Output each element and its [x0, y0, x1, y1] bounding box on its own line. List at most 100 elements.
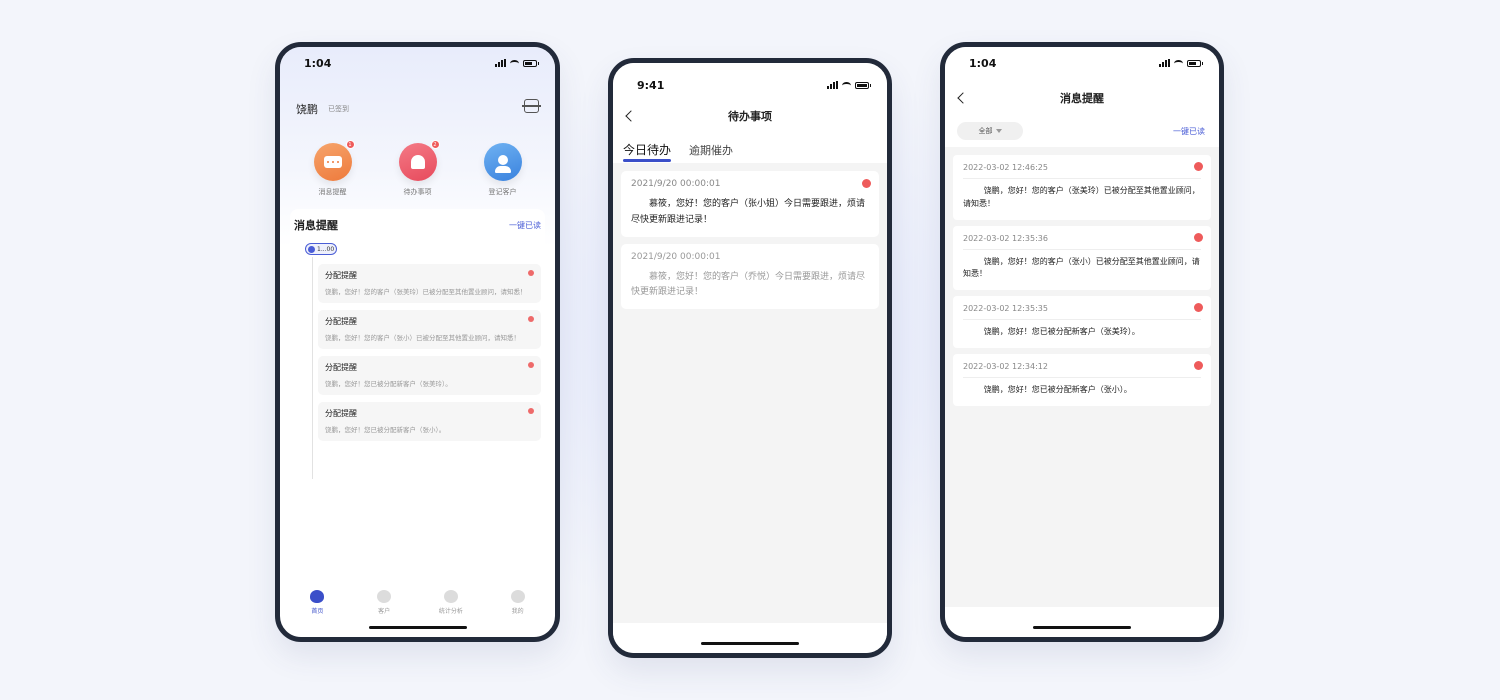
notification-text: 饶鹏，您好！您的客户（张美玲）已被分配至其他置业顾问，请知悉！ [325, 288, 527, 296]
notification-title: 分配提醒 [325, 271, 357, 280]
timeline-time-chip: 1...00 [305, 243, 337, 255]
todo-card[interactable]: 2021/9/20 00:00:01 慕筱，您好！您的客户（乔悦）今日需要跟进，… [621, 243, 879, 309]
notification-card[interactable]: 分配提醒 饶鹏，您好！您已被分配新客户（张美玲）。 [318, 356, 541, 396]
quick-action-label: 待办事项 [403, 188, 432, 196]
tab-customers[interactable]: 客户 [359, 590, 409, 615]
status-bar: 1:04 [945, 47, 1219, 79]
status-time: 1:04 [969, 56, 997, 70]
status-time: 1:04 [304, 56, 332, 70]
todo-text: 慕筱，您好！您的客户（乔悦）今日需要跟进，烦请尽快更新跟进记录！ [631, 271, 866, 298]
scan-icon[interactable] [522, 99, 541, 113]
unread-dot-icon [1194, 232, 1203, 242]
phone-home-screen: 1:04 饶鹏 已签到 1 消息提醒 2 待办事项 登记客户 消息提醒 一键已读… [275, 42, 560, 642]
tab-today-todo[interactable]: 今日待办 [623, 141, 672, 162]
notification-title: 分配提醒 [325, 317, 357, 327]
signal-icon [495, 59, 506, 67]
phone-todo-screen: 9:41 待办事项 今日待办 逾期催办 2021/9/20 00:00:01 慕… [608, 58, 892, 658]
todo-text: 慕筱，您好！您的客户（张小姐）今日需要跟进，烦请尽快更新跟进记录！ [631, 199, 866, 225]
message-card[interactable]: 2022-03-02 12:35:36 饶鹏，您好！您的客户（张小）已被分配至其… [953, 225, 1211, 291]
unread-dot-icon [528, 270, 534, 276]
tab-label: 客户 [378, 608, 391, 615]
timeline-line [312, 257, 313, 479]
message-text: 饶鹏，您好！您的客户（张小）已被分配至其他置业顾问，请知悉！ [963, 256, 1200, 279]
notification-title: 分配提醒 [325, 409, 357, 419]
badge-count: 2 [430, 140, 440, 149]
todo-tabs: 今日待办 逾期催办 [623, 141, 733, 162]
back-icon[interactable] [957, 92, 969, 104]
wifi-icon [842, 81, 851, 89]
status-bar: 9:41 [613, 69, 887, 101]
timeline-dot-icon [308, 245, 315, 253]
message-card[interactable]: 2022-03-02 12:35:35 饶鹏，您好！您已被分配新客户（张美玲）。 [953, 296, 1211, 348]
todo-time: 2021/9/20 00:00:01 [631, 251, 721, 262]
message-text: 饶鹏，您好！您已被分配新客户（张美玲）。 [983, 327, 1140, 337]
message-time: 2022-03-02 12:35:35 [963, 304, 1201, 321]
message-card[interactable]: 2022-03-02 12:46:25 饶鹏，您好！您的客户（张美玲）已被分配至… [953, 155, 1211, 220]
quick-action-register-customer[interactable]: 登记客户 [468, 143, 538, 197]
signal-icon [1159, 59, 1170, 67]
message-list: 2022-03-02 12:46:25 饶鹏，您好！您的客户（张美玲）已被分配至… [953, 155, 1211, 412]
notification-card[interactable]: 分配提醒 饶鹏，您好！您的客户（张美玲）已被分配至其他置业顾问，请知悉！ [318, 264, 541, 304]
quick-action-label: 登记客户 [488, 188, 517, 196]
profile-icon [510, 590, 525, 603]
tab-label: 我的 [511, 608, 524, 615]
message-text: 饶鹏，您好！您的客户（张美玲）已被分配至其他置业顾问，请知悉！ [963, 186, 1200, 208]
nav-bar: 消息提醒 [945, 86, 1219, 110]
bottom-tab-bar: 首页 客户 统计分析 我的 [280, 590, 555, 615]
customers-icon [377, 590, 392, 603]
time-chip-text: 1...00 [317, 245, 335, 253]
message-text: 饶鹏，您好！您已被分配新客户（张小）。 [983, 384, 1132, 394]
statistics-icon [443, 590, 458, 603]
page-title: 消息提醒 [1060, 92, 1104, 105]
status-time: 9:41 [637, 78, 665, 92]
tab-overdue[interactable]: 逾期催办 [689, 142, 733, 162]
quick-action-todo[interactable]: 2 待办事项 [383, 140, 453, 197]
user-name: 饶鹏 [296, 103, 318, 116]
unread-dot-icon [862, 179, 871, 188]
filter-dropdown[interactable]: 全部 [957, 122, 1023, 140]
signal-icon [827, 81, 838, 89]
todo-list: 2021/9/20 00:00:01 慕筱，您好！您的客户（张小姐）今日需要跟进… [621, 171, 879, 316]
home-indicator [701, 642, 799, 645]
notification-text: 饶鹏，您好！您已被分配新客户（张美玲）。 [325, 380, 452, 389]
notification-list: 分配提醒 饶鹏，您好！您的客户（张美玲）已被分配至其他置业顾问，请知悉！ 分配提… [318, 264, 541, 448]
tab-statistics[interactable]: 统计分析 [426, 590, 476, 615]
notification-panel: 消息提醒 一键已读 1...00 分配提醒 饶鹏，您好！您的客户（张美玲）已被分… [290, 209, 545, 579]
todo-card[interactable]: 2021/9/20 00:00:01 慕筱，您好！您的客户（张小姐）今日需要跟进… [621, 171, 879, 237]
message-time: 2022-03-02 12:46:25 [963, 163, 1201, 179]
wifi-icon [510, 59, 519, 67]
unread-dot-icon [1194, 360, 1203, 370]
notification-title: 分配提醒 [325, 363, 357, 373]
quick-actions: 1 消息提醒 2 待办事项 登记客户 [280, 140, 555, 197]
caret-down-icon [995, 129, 1002, 133]
notification-card[interactable]: 分配提醒 饶鹏，您好！您的客户（张小）已被分配至其他置业顾问，请知悉！ [318, 310, 541, 350]
quick-action-label: 消息提醒 [318, 188, 347, 196]
chat-bubble-icon: 1 [313, 140, 355, 181]
notification-card[interactable]: 分配提醒 饶鹏，您好！您已被分配新客户（张小）。 [318, 402, 541, 442]
wifi-icon [1174, 59, 1183, 67]
unread-dot-icon [1194, 303, 1203, 313]
bottom-bar [945, 607, 1219, 637]
tab-home[interactable]: 首页 [292, 590, 342, 615]
filter-value: 全部 [978, 127, 993, 135]
tab-label: 首页 [311, 608, 324, 615]
tab-label: 统计分析 [438, 608, 463, 615]
todo-time: 2021/9/20 00:00:01 [631, 179, 721, 189]
home-icon [310, 590, 325, 603]
notification-text: 饶鹏，您好！您的客户（张小）已被分配至其他置业顾问，请知悉！ [325, 334, 520, 343]
back-icon[interactable] [625, 110, 637, 122]
home-indicator [368, 626, 467, 629]
message-time: 2022-03-02 12:34:12 [963, 362, 1201, 378]
battery-icon [523, 59, 539, 67]
bell-icon: 2 [398, 140, 440, 181]
page-title: 待办事项 [728, 110, 772, 123]
phone-messages-screen: 1:04 消息提醒 全部 一键已读 2022-03-02 12:46:25 饶鹏… [940, 42, 1224, 642]
mark-all-read-link[interactable]: 一键已读 [509, 220, 541, 231]
message-card[interactable]: 2022-03-02 12:34:12 饶鹏，您好！您已被分配新客户（张小）。 [953, 353, 1211, 406]
nav-bar: 待办事项 [613, 104, 887, 128]
tab-profile[interactable]: 我的 [493, 590, 543, 615]
unread-dot-icon [1194, 162, 1203, 171]
quick-action-messages[interactable]: 1 消息提醒 [298, 140, 368, 197]
user-row: 饶鹏 已签到 [296, 101, 349, 117]
mark-all-read-link[interactable]: 一键已读 [1173, 126, 1205, 137]
